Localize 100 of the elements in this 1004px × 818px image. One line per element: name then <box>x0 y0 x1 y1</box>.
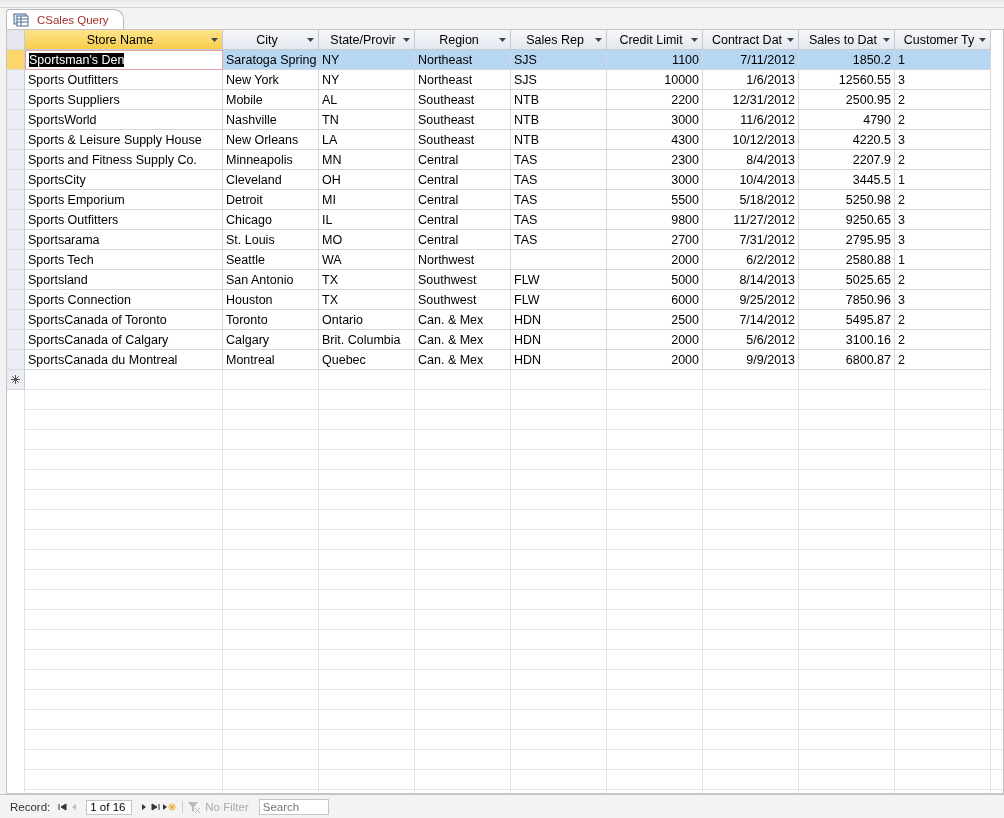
column-header[interactable]: Store Name <box>25 30 223 50</box>
table-cell: Central <box>415 230 511 250</box>
dropdown-arrow-icon[interactable] <box>403 37 410 42</box>
row-selector[interactable] <box>7 150 25 170</box>
column-header[interactable]: Credit Limit <box>607 30 703 50</box>
dropdown-arrow-icon[interactable] <box>787 37 794 42</box>
column-header[interactable]: Contract Dat <box>703 30 799 50</box>
table-cell: MO <box>319 230 415 250</box>
new-record-button[interactable] <box>162 802 177 812</box>
table-cell: Sportsman's Den <box>25 50 223 70</box>
table-cell: Southwest <box>415 270 511 290</box>
query-tab[interactable]: CSales Query <box>6 9 124 29</box>
dropdown-arrow-icon[interactable] <box>211 37 218 42</box>
table-cell: SportsCanada of Toronto <box>25 310 223 330</box>
table-cell: 10/4/2013 <box>703 170 799 190</box>
table-cell: Ontario <box>319 310 415 330</box>
table-cell: Calgary <box>223 330 319 350</box>
table-cell: SportsCity <box>25 170 223 190</box>
search-field[interactable]: Search <box>258 799 329 815</box>
table-cell: Northeast <box>415 50 511 70</box>
row-selector[interactable] <box>7 210 25 230</box>
dropdown-arrow-icon[interactable] <box>499 37 506 42</box>
table-cell: Sports Tech <box>25 250 223 270</box>
table-cell: 11/27/2012 <box>703 210 799 230</box>
table-cell: Can. & Mex <box>415 330 511 350</box>
dropdown-arrow-icon[interactable] <box>979 37 986 42</box>
table-cell: 2300 <box>607 150 703 170</box>
table-cell: Brit. Columbia <box>319 330 415 350</box>
column-header[interactable]: State/Provir <box>319 30 415 50</box>
select-all-corner[interactable] <box>7 30 25 50</box>
row-selector[interactable] <box>7 130 25 150</box>
first-record-icon <box>56 802 69 812</box>
row-selector[interactable] <box>7 70 25 90</box>
table-cell: SportsWorld <box>25 110 223 130</box>
table-cell: SJS <box>511 50 607 70</box>
row-selector[interactable] <box>7 50 25 70</box>
table-cell: 11/6/2012 <box>703 110 799 130</box>
table-cell: Southeast <box>415 110 511 130</box>
table-cell: WA <box>319 250 415 270</box>
table-cell: 7/31/2012 <box>703 230 799 250</box>
table-cell: MN <box>319 150 415 170</box>
table-cell: Sports Outfitters <box>25 210 223 230</box>
row-selector[interactable] <box>7 330 25 350</box>
table-cell: 7850.96 <box>799 290 895 310</box>
table-cell: Sports Emporium <box>25 190 223 210</box>
table-cell: 5/18/2012 <box>703 190 799 210</box>
column-header[interactable]: Region <box>415 30 511 50</box>
table-cell: Northeast <box>415 70 511 90</box>
column-header[interactable]: City <box>223 30 319 50</box>
table-cell: 1 <box>895 250 991 270</box>
table-cell: Central <box>415 190 511 210</box>
table-cell: Central <box>415 210 511 230</box>
table-cell: 2000 <box>607 350 703 370</box>
table-cell: 8/14/2013 <box>703 270 799 290</box>
table-cell: 5025.65 <box>799 270 895 290</box>
table-cell: Central <box>415 170 511 190</box>
dropdown-arrow-icon[interactable] <box>595 37 602 42</box>
table-cell: NY <box>319 50 415 70</box>
dropdown-arrow-icon[interactable] <box>691 37 698 42</box>
table-cell: 3445.5 <box>799 170 895 190</box>
row-selector[interactable] <box>7 110 25 130</box>
table-cell: 2795.95 <box>799 230 895 250</box>
table-cell: 1 <box>895 50 991 70</box>
row-selector[interactable] <box>7 250 25 270</box>
row-selector[interactable] <box>7 270 25 290</box>
column-header[interactable]: Sales Rep <box>511 30 607 50</box>
filter-icon <box>187 801 202 813</box>
record-label: Record: <box>10 801 51 813</box>
dropdown-arrow-icon[interactable] <box>883 37 890 42</box>
table-cell: LA <box>319 130 415 150</box>
column-header[interactable]: Sales to Dat <box>799 30 895 50</box>
row-selector[interactable] <box>7 190 25 210</box>
table-cell: Northwest <box>415 250 511 270</box>
row-selector[interactable] <box>7 290 25 310</box>
row-selector[interactable] <box>7 170 25 190</box>
table-cell: Sports Outfitters <box>25 70 223 90</box>
table-cell: 5495.87 <box>799 310 895 330</box>
table-cell: 1850.2 <box>799 50 895 70</box>
table-cell: 2 <box>895 330 991 350</box>
row-selector[interactable] <box>7 350 25 370</box>
dropdown-arrow-icon[interactable] <box>307 37 314 42</box>
table-cell: Southeast <box>415 90 511 110</box>
table-cell: Sportsarama <box>25 230 223 250</box>
table-cell: Cleveland <box>223 170 319 190</box>
table-cell: SportsCanada du Montreal <box>25 350 223 370</box>
table-cell: NTB <box>511 110 607 130</box>
table-cell: St. Louis <box>223 230 319 250</box>
row-selector[interactable] <box>7 230 25 250</box>
table-cell: 5250.98 <box>799 190 895 210</box>
column-header[interactable]: Customer Ty <box>895 30 991 50</box>
row-selector[interactable] <box>7 310 25 330</box>
table-cell: Toronto <box>223 310 319 330</box>
table-cell: Quebec <box>319 350 415 370</box>
first-record-button[interactable] <box>56 802 69 812</box>
table-cell: NY <box>319 70 415 90</box>
record-position-field[interactable]: 1 of 16 <box>86 799 133 815</box>
table-cell: Sports & Leisure Supply House <box>25 130 223 150</box>
table-cell: 3 <box>895 290 991 310</box>
row-selector[interactable] <box>7 90 25 110</box>
table-cell: TAS <box>511 150 607 170</box>
